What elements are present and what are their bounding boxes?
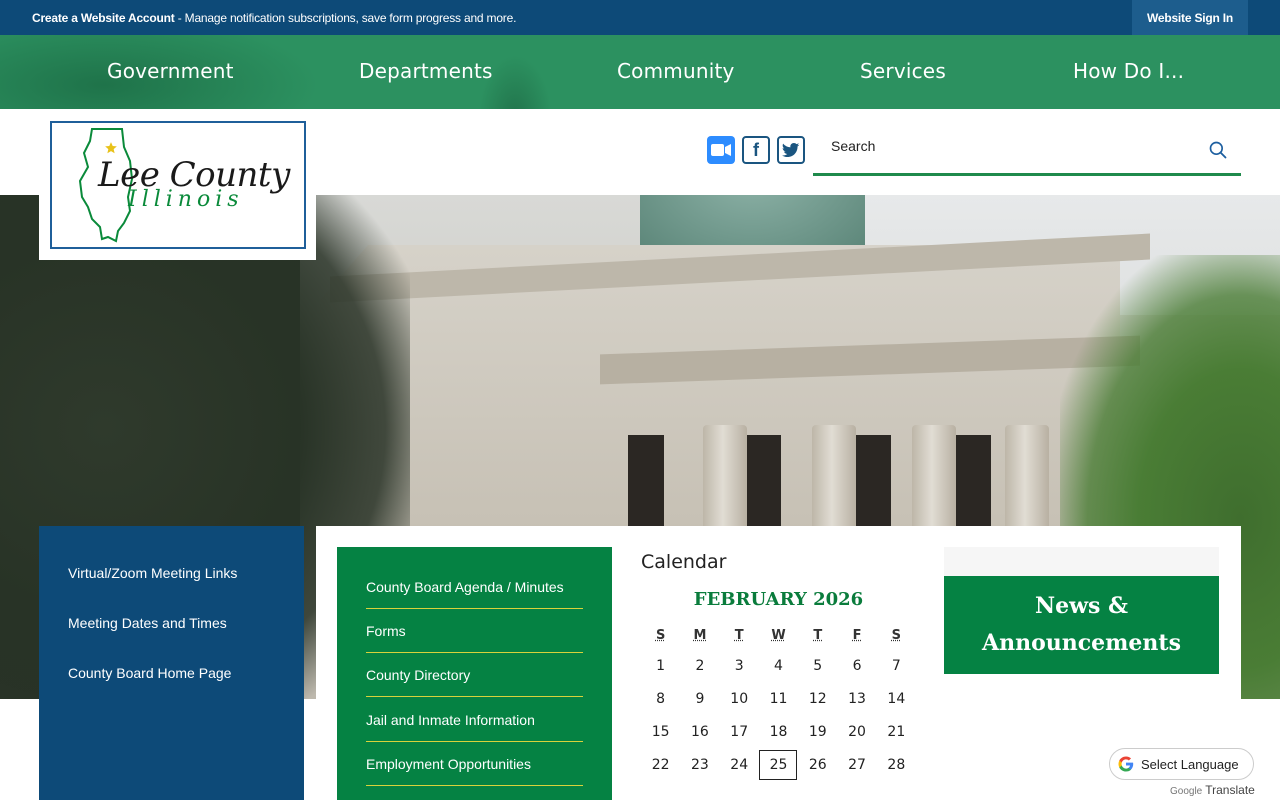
nav-item-how-do-i[interactable]: How Do I... (1073, 35, 1184, 109)
calendar-day[interactable]: 11 (759, 685, 798, 718)
quick-link-county-board-home[interactable]: County Board Home Page (68, 665, 231, 681)
calendar-day[interactable]: 24 (720, 751, 759, 784)
link-forms[interactable]: Forms (366, 623, 583, 653)
create-account-link[interactable]: Create a Website Account (32, 11, 175, 25)
calendar-day[interactable]: 15 (641, 718, 680, 751)
zoom-icon[interactable] (707, 136, 735, 164)
weekday-label: F (852, 628, 862, 643)
calendar-day[interactable]: 13 (837, 685, 876, 718)
news-title: News & Announcements (982, 593, 1181, 656)
site-search (813, 124, 1241, 176)
calendar-day[interactable]: 9 (680, 685, 719, 718)
calendar-day[interactable]: 26 (798, 751, 837, 784)
top-utility-bar: Create a Website Account - Manage notifi… (0, 0, 1280, 35)
weekday-label: M (693, 628, 707, 643)
calendar-day[interactable]: 21 (877, 718, 916, 751)
language-selector-label: Select Language (1141, 756, 1239, 772)
nav-item-services[interactable]: Services (860, 35, 946, 109)
weekday-label: W (771, 628, 786, 643)
nav-item-community[interactable]: Community (617, 35, 735, 109)
calendar-week: 8 9 10 11 12 13 14 (641, 685, 916, 718)
calendar-grid: S M T W T F S 1 2 3 4 5 6 7 8 9 10 11 12… (641, 624, 916, 784)
weekday-label: T (734, 628, 744, 643)
calendar-day[interactable]: 27 (837, 751, 876, 784)
calendar-day[interactable]: 7 (877, 652, 916, 685)
calendar-day[interactable]: 8 (641, 685, 680, 718)
google-translate-credit[interactable]: Google Translate (1170, 783, 1255, 797)
calendar-day[interactable]: 12 (798, 685, 837, 718)
search-input[interactable] (831, 138, 1191, 154)
quick-link-meeting-dates[interactable]: Meeting Dates and Times (68, 615, 227, 631)
calendar-day[interactable]: 19 (798, 718, 837, 751)
account-message: Create a Website Account - Manage notifi… (32, 11, 516, 25)
calendar-title: Calendar (641, 551, 727, 573)
calendar-week: 15 16 17 18 19 20 21 (641, 718, 916, 751)
calendar-day[interactable]: 28 (877, 751, 916, 784)
popular-links-panel: County Board Agenda / Minutes Forms Coun… (337, 547, 612, 800)
calendar-day[interactable]: 22 (641, 751, 680, 784)
link-jail-inmate-info[interactable]: Jail and Inmate Information (366, 712, 583, 742)
calendar-week: 1 2 3 4 5 6 7 (641, 652, 916, 685)
calendar-day[interactable]: 1 (641, 652, 680, 685)
language-selector[interactable]: Select Language (1109, 748, 1254, 780)
logo-frame: Lee County Illinois (50, 121, 306, 249)
calendar-day[interactable]: 10 (720, 685, 759, 718)
link-county-board-agenda[interactable]: County Board Agenda / Minutes (366, 579, 583, 609)
calendar-day[interactable]: 6 (837, 652, 876, 685)
calendar-day[interactable]: 3 (720, 652, 759, 685)
main-navigation: Government Departments Community Service… (0, 35, 1280, 109)
calendar-day[interactable]: 18 (759, 718, 798, 751)
star-icon (105, 142, 117, 154)
calendar-day[interactable]: 2 (680, 652, 719, 685)
calendar-day[interactable]: 17 (720, 718, 759, 751)
weekday-label: S (891, 628, 902, 643)
link-county-directory[interactable]: County Directory (366, 667, 583, 697)
calendar-day[interactable]: 16 (680, 718, 719, 751)
news-announcements-button[interactable]: News & Announcements (944, 576, 1219, 674)
nav-item-government[interactable]: Government (107, 35, 234, 109)
quick-links-panel: Virtual/Zoom Meeting Links Meeting Dates… (39, 526, 304, 800)
news-header-strip (944, 547, 1219, 576)
weekday-label: S (655, 628, 666, 643)
website-sign-in-button[interactable]: Website Sign In (1132, 0, 1248, 35)
calendar-day[interactable]: 14 (877, 685, 916, 718)
calendar-weekday-row: S M T W T F S (641, 624, 916, 652)
calendar-day[interactable]: 20 (837, 718, 876, 751)
account-message-text: - Manage notification subscriptions, sav… (174, 11, 517, 25)
translate-text: Translate (1205, 783, 1255, 797)
facebook-icon[interactable]: f (742, 136, 770, 164)
link-employment[interactable]: Employment Opportunities (366, 756, 583, 786)
nav-item-departments[interactable]: Departments (359, 35, 493, 109)
calendar-day[interactable]: 23 (680, 751, 719, 784)
twitter-icon[interactable] (777, 136, 805, 164)
today-marker: 25 (759, 750, 798, 780)
calendar-month: FEBRUARY 2026 (693, 589, 864, 610)
weekday-label: T (813, 628, 823, 643)
search-icon[interactable] (1208, 140, 1228, 160)
calendar-day[interactable]: 4 (759, 652, 798, 685)
calendar-day[interactable]: 5 (798, 652, 837, 685)
county-logo[interactable]: Lee County Illinois (39, 109, 316, 260)
google-brand-text: Google (1170, 786, 1203, 797)
logo-subtitle: Illinois (128, 187, 244, 212)
calendar-week: 22 23 24 25 26 27 28 (641, 750, 916, 784)
google-g-icon (1118, 756, 1134, 772)
calendar-day-today[interactable]: 25 (759, 750, 798, 784)
quick-link-zoom-meetings[interactable]: Virtual/Zoom Meeting Links (68, 565, 237, 581)
